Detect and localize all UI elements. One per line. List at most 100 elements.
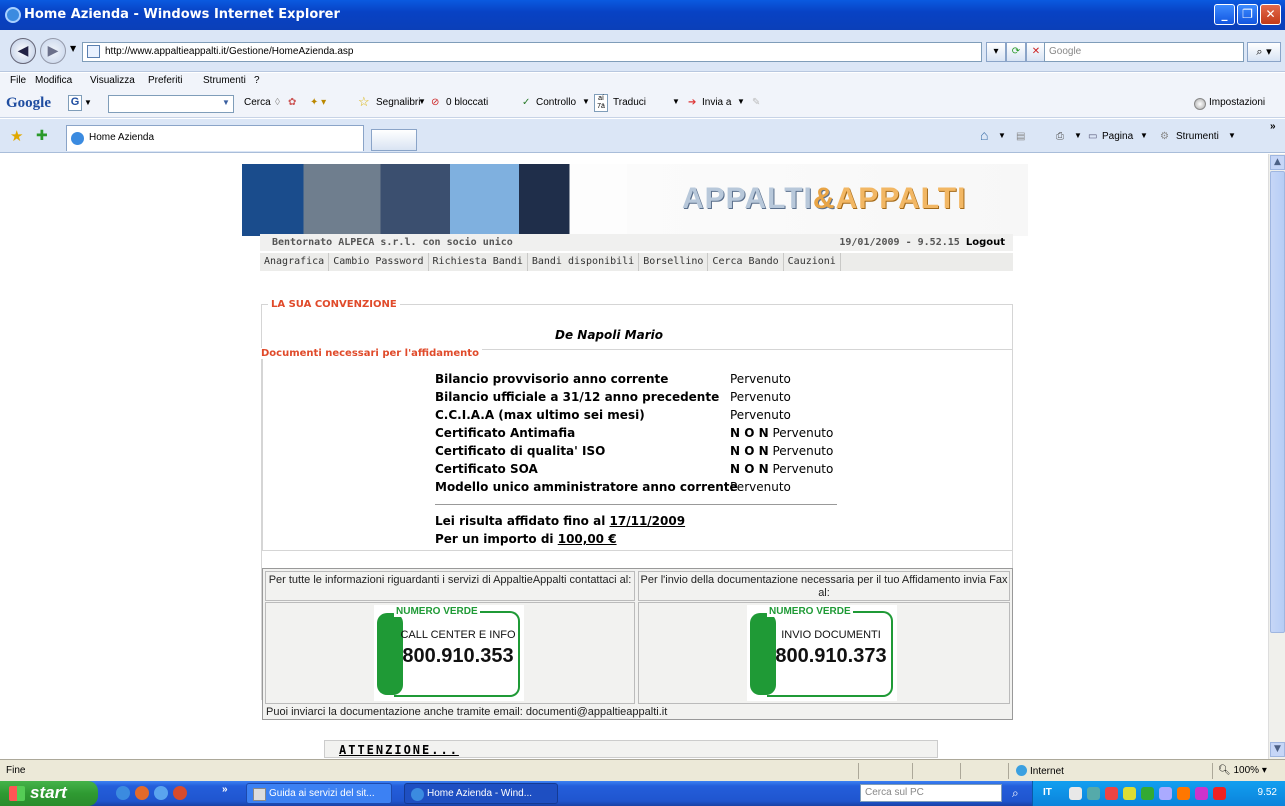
print-icon[interactable]: ⎙ xyxy=(1056,131,1064,142)
favorites-star-icon[interactable]: ★ xyxy=(10,127,23,145)
segnalibri-dropdown[interactable]: ▼ xyxy=(418,97,426,106)
google-field-dropdown[interactable]: ▼ xyxy=(222,98,230,107)
nav-bandi-disponibili[interactable]: Bandi disponibili xyxy=(528,253,640,271)
google-traduci-button[interactable]: Traduci xyxy=(613,97,646,108)
nav-cauzioni[interactable]: Cauzioni xyxy=(784,253,841,271)
welcome-text: Bentornato ALPECA s.r.l. con socio unico xyxy=(272,237,513,248)
google-controllo-button[interactable]: Controllo xyxy=(536,97,576,108)
tab-label: Home Azienda xyxy=(89,132,155,143)
firefox-quicklaunch-icon[interactable] xyxy=(135,786,149,800)
google-cerca-button[interactable]: Cerca xyxy=(244,97,271,108)
nav-cerca-bando[interactable]: Cerca Bando xyxy=(708,253,784,271)
print-dropdown[interactable]: ▼ xyxy=(1074,131,1082,140)
google-plugin-icon[interactable]: ✦ ▾ xyxy=(310,97,326,108)
tray-misc-icon[interactable] xyxy=(1195,787,1208,800)
language-indicator[interactable]: IT xyxy=(1043,787,1052,798)
strumenti-dropdown[interactable]: ▼ xyxy=(1228,131,1236,140)
service-label: CALL CENTER E INFO xyxy=(400,629,516,641)
convention-legend: LA SUA CONVENZIONE xyxy=(268,299,400,310)
pagina-dropdown[interactable]: ▼ xyxy=(1140,131,1148,140)
documents-legend: Documenti necessari per l'affidamento xyxy=(258,348,482,359)
search-input[interactable]: Google xyxy=(1044,42,1244,62)
ie-quicklaunch-icon[interactable] xyxy=(116,786,130,800)
address-dropdown-button[interactable]: ▾ xyxy=(986,42,1006,62)
menu-help[interactable]: ? xyxy=(254,75,260,86)
search-icon[interactable]: ⌕ ▾ xyxy=(1247,42,1281,62)
tray-update-icon[interactable] xyxy=(1177,787,1190,800)
new-tab-button[interactable] xyxy=(371,129,417,151)
invia-dropdown[interactable]: ▼ xyxy=(737,97,745,106)
nav-anagrafica[interactable]: Anagrafica xyxy=(260,253,330,271)
traduci-dropdown[interactable]: ▼ xyxy=(672,97,680,106)
controllo-dropdown[interactable]: ▼ xyxy=(582,97,590,106)
logout-link[interactable]: Logout xyxy=(966,237,1005,248)
tab-home-azienda[interactable]: Home Azienda xyxy=(66,125,364,151)
address-input[interactable]: http://www.appaltieappalti.it/Gestione/H… xyxy=(82,42,982,62)
google-impostazioni-button[interactable]: Impostazioni xyxy=(1209,97,1265,108)
tray-antivirus-icon[interactable] xyxy=(1213,787,1226,800)
contact-right-cell: NUMERO VERDE INVIO DOCUMENTI 800.910.373 xyxy=(638,602,1010,704)
tray-volume-icon[interactable] xyxy=(1123,787,1136,800)
maximize-button[interactable]: ❐ xyxy=(1237,4,1258,25)
tray-network-icon[interactable] xyxy=(1087,787,1100,800)
ie-logo-icon xyxy=(5,7,21,23)
google-g-icon[interactable]: G xyxy=(68,95,82,111)
taskbar-button-guida[interactable]: Guida ai servizi del sit... xyxy=(246,783,392,804)
google-options-dropdown[interactable]: ▼ xyxy=(84,98,92,107)
add-favorite-icon[interactable]: ✚ xyxy=(36,127,48,144)
scroll-down-arrow[interactable]: ▼ xyxy=(1270,742,1285,757)
google-search-field[interactable] xyxy=(108,95,234,113)
vertical-scrollbar[interactable]: ▲ ▼ xyxy=(1268,154,1285,759)
menu-strumenti[interactable]: Strumenti xyxy=(203,75,246,86)
feeds-icon[interactable]: ▤ xyxy=(1016,131,1025,142)
refresh-icon[interactable]: ⟳ xyxy=(1006,42,1026,62)
document-row: Modello unico amministratore anno corren… xyxy=(435,480,791,498)
zoom-level[interactable]: 🔍︎ 100% ▾ xyxy=(1218,765,1267,776)
highlight-icon[interactable]: ✎ xyxy=(752,97,760,108)
forward-button[interactable]: ▶ xyxy=(40,38,66,64)
desktop-search-icon[interactable]: ⌕ xyxy=(1012,786,1019,801)
chrome-quicklaunch-icon[interactable] xyxy=(173,786,187,800)
home-icon[interactable]: ⌂ xyxy=(980,127,988,143)
strumenti-menu[interactable]: Strumenti xyxy=(1176,131,1219,142)
recent-pages-dropdown[interactable]: ▼ xyxy=(70,44,76,53)
menu-modifica[interactable]: Modifica xyxy=(35,75,72,86)
ie-alt-quicklaunch-icon[interactable] xyxy=(154,786,168,800)
nav-cambio-password[interactable]: Cambio Password xyxy=(329,253,429,271)
menu-preferiti[interactable]: Preferiti xyxy=(148,75,182,86)
tray-security-icon[interactable] xyxy=(1141,787,1154,800)
menu-visualizza[interactable]: Visualizza xyxy=(90,75,135,86)
start-button[interactable]: start xyxy=(0,781,98,806)
stop-icon[interactable]: ✕ xyxy=(1026,42,1046,62)
security-zone[interactable]: Internet xyxy=(1016,765,1064,777)
document-row: Bilancio provvisorio anno corrente Perve… xyxy=(435,372,791,390)
google-invia-button[interactable]: Invia a xyxy=(702,97,731,108)
google-toolbar: Google G ▼ ▼ Cerca ◊ ✿ ✦ ▾ ☆ Segnalibri … xyxy=(0,90,1285,118)
scroll-up-arrow[interactable]: ▲ xyxy=(1270,155,1285,170)
site-banner: APPALTI&APPALTI xyxy=(242,164,1028,236)
close-button[interactable]: ✕ xyxy=(1260,4,1281,25)
tray-app-icon[interactable] xyxy=(1105,787,1118,800)
document-status: Pervenuto xyxy=(730,480,791,494)
minimize-button[interactable]: _ xyxy=(1214,4,1235,25)
status-divider xyxy=(1008,763,1009,779)
menu-file[interactable]: File xyxy=(10,75,26,86)
google-popup-blocked[interactable]: 0 bloccati xyxy=(446,97,488,108)
taskbar-button-home-azienda[interactable]: Home Azienda - Wind... xyxy=(404,783,558,804)
popup-blocker-icon: ⊘ xyxy=(431,97,440,108)
tray-arrow-icon[interactable] xyxy=(1069,787,1082,800)
menu-bar: File Modifica Visualizza Preferiti Strum… xyxy=(0,73,1285,90)
scroll-thumb[interactable] xyxy=(1270,171,1285,633)
back-button[interactable]: ◀ xyxy=(10,38,36,64)
pagina-menu[interactable]: Pagina xyxy=(1102,131,1133,142)
google-news-icon[interactable]: ✿ xyxy=(288,97,296,108)
status-divider xyxy=(912,763,913,779)
desktop-search-input[interactable]: Cerca sul PC xyxy=(860,784,1002,802)
home-dropdown[interactable]: ▼ xyxy=(998,131,1006,140)
nav-richiesta-bandi[interactable]: Richiesta Bandi xyxy=(429,253,528,271)
google-segnalibri-button[interactable]: Segnalibri xyxy=(376,97,420,108)
toolbar-chevron-icon[interactable]: » xyxy=(1270,121,1276,132)
quicklaunch-chevron-icon[interactable]: » xyxy=(222,784,228,795)
nav-borsellino[interactable]: Borsellino xyxy=(639,253,709,271)
tray-messenger-icon[interactable] xyxy=(1159,787,1172,800)
